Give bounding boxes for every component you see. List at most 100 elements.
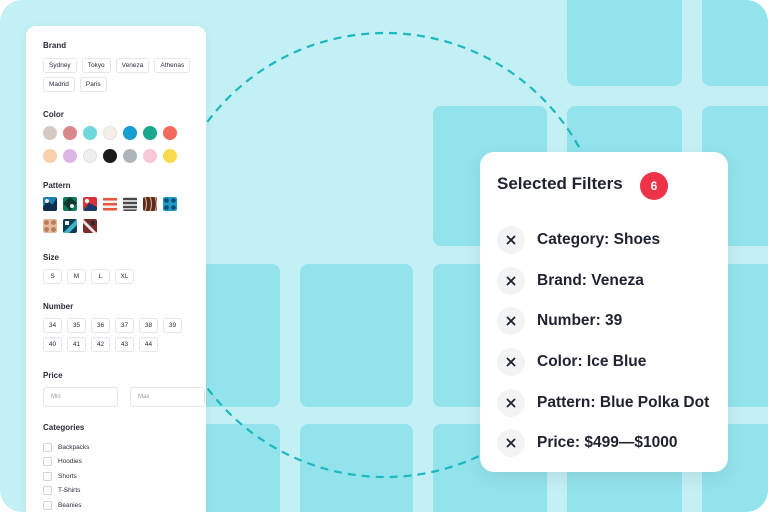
selected-filter-list: Category: Shoes Brand: Veneza Number: 39 Co…	[497, 220, 709, 464]
category-checkbox[interactable]	[43, 486, 52, 496]
brand-section-title: Brand	[43, 41, 67, 50]
category-label: T-Shirts	[58, 487, 81, 495]
brand-option-chip[interactable]: Athenas	[154, 58, 191, 73]
pattern-swatch[interactable]	[103, 197, 117, 211]
number-option-chip[interactable]: 39	[163, 318, 182, 333]
brand-option-chip[interactable]: Madrid	[43, 77, 75, 92]
color-swatch[interactable]	[43, 126, 57, 140]
category-label: Beanies	[58, 501, 82, 509]
size-option-chip[interactable]: XL	[115, 269, 134, 284]
remove-filter-button[interactable]	[497, 226, 525, 255]
selected-filter-label: Pattern: Blue Polka Dot	[537, 393, 710, 411]
pattern-swatch[interactable]	[123, 197, 137, 211]
pattern-swatch[interactable]	[83, 219, 97, 233]
pattern-swatch[interactable]	[143, 197, 157, 211]
categories-section-title: Categories	[43, 423, 85, 432]
price-range: Min Max	[43, 387, 205, 407]
color-swatch[interactable]	[43, 149, 57, 163]
filter-panel: Brand Sydney Tokyo Veneza Athenas Madrid Pari…	[26, 26, 206, 512]
color-section-title: Color	[43, 110, 64, 119]
number-option-chip[interactable]: 43	[115, 337, 134, 352]
pattern-swatch[interactable]	[43, 219, 57, 233]
size-option-chip[interactable]: S	[43, 269, 62, 284]
number-option-chip[interactable]: 44	[139, 337, 158, 352]
category-checkbox[interactable]	[43, 457, 52, 467]
selected-filter-label: Brand: Veneza	[537, 271, 644, 289]
pattern-section-title: Pattern	[43, 181, 71, 190]
selected-filter-label: Color: Ice Blue	[537, 353, 647, 371]
number-option-chip[interactable]: 38	[139, 318, 158, 333]
color-swatch[interactable]	[143, 126, 157, 140]
category-item[interactable]: Backpacks	[43, 440, 89, 455]
category-item[interactable]: Hoodies	[43, 455, 89, 470]
remove-filter-button[interactable]	[497, 348, 525, 377]
close-icon[interactable]	[506, 235, 516, 245]
color-swatch[interactable]	[83, 149, 97, 163]
pattern-swatch[interactable]	[163, 197, 177, 211]
color-swatch[interactable]	[103, 149, 117, 163]
color-swatch[interactable]	[163, 126, 177, 140]
price-max-input[interactable]: Max	[130, 387, 205, 407]
selected-filter-item: Color: Ice Blue	[497, 342, 709, 383]
pattern-swatch[interactable]	[63, 197, 77, 211]
color-swatch[interactable]	[63, 149, 77, 163]
number-option-chip[interactable]: 35	[67, 318, 86, 333]
number-option-chip[interactable]: 36	[91, 318, 110, 333]
color-swatch[interactable]	[123, 149, 137, 163]
category-label: Backpacks	[58, 443, 90, 451]
filter-count-badge: 6	[640, 172, 668, 200]
close-icon[interactable]	[506, 357, 516, 367]
close-icon[interactable]	[506, 276, 516, 286]
category-label: Shorts	[58, 472, 77, 480]
color-swatch[interactable]	[103, 126, 117, 140]
color-swatch[interactable]	[143, 149, 157, 163]
brand-option-chip[interactable]: Veneza	[115, 58, 150, 73]
selected-filters-card: Selected Filters 6 Category: Shoes Brand:…	[480, 152, 728, 472]
size-option-chip[interactable]: L	[91, 269, 110, 284]
pattern-swatch[interactable]	[83, 197, 97, 211]
category-item[interactable]: T-Shirts	[43, 484, 89, 499]
selected-filter-item: Category: Shoes	[497, 220, 709, 261]
price-section-title: Price	[43, 371, 63, 380]
number-option-chip[interactable]: 37	[115, 318, 134, 333]
pattern-swatches	[43, 197, 177, 233]
pattern-swatch[interactable]	[43, 197, 57, 211]
size-section-title: Size	[43, 253, 60, 262]
size-options: S M L XL	[43, 269, 134, 284]
price-min-input[interactable]: Min	[43, 387, 118, 407]
background-stage: Brand Sydney Tokyo Veneza Athenas Madrid Pari…	[0, 0, 768, 512]
selected-filter-label: Category: Shoes	[537, 231, 661, 249]
category-checkbox[interactable]	[43, 500, 52, 510]
close-icon[interactable]	[506, 398, 516, 408]
close-icon[interactable]	[506, 438, 516, 448]
category-item[interactable]: Beanies	[43, 498, 89, 512]
category-item[interactable]: Shorts	[43, 469, 89, 484]
number-options: 34 35 36 37 38 39 40 41 42 43 44	[43, 318, 193, 352]
color-swatch[interactable]	[123, 126, 137, 140]
number-option-chip[interactable]: 34	[43, 318, 62, 333]
remove-filter-button[interactable]	[497, 307, 525, 336]
brand-option-chip[interactable]: Paris	[79, 77, 107, 92]
category-checkbox[interactable]	[43, 471, 52, 481]
remove-filter-button[interactable]	[497, 429, 525, 458]
category-label: Hoodies	[58, 458, 82, 466]
remove-filter-button[interactable]	[497, 388, 525, 417]
brand-option-chip[interactable]: Sydney	[43, 58, 77, 73]
color-swatch[interactable]	[63, 126, 77, 140]
size-option-chip[interactable]: M	[67, 269, 86, 284]
selected-filter-item: Number: 39	[497, 301, 709, 342]
category-checkbox[interactable]	[43, 442, 52, 452]
selected-filter-item: Brand: Veneza	[497, 261, 709, 302]
remove-filter-button[interactable]	[497, 266, 525, 295]
number-option-chip[interactable]: 42	[91, 337, 110, 352]
color-swatch[interactable]	[163, 149, 177, 163]
number-option-chip[interactable]: 40	[43, 337, 62, 352]
selected-filter-item: Pattern: Blue Polka Dot	[497, 382, 709, 423]
close-icon[interactable]	[506, 316, 516, 326]
brand-option-chip[interactable]: Tokyo	[81, 58, 111, 73]
number-option-chip[interactable]: 41	[67, 337, 86, 352]
color-swatch[interactable]	[83, 126, 97, 140]
brand-options: Sydney Tokyo Veneza Athenas Madrid Paris	[43, 58, 203, 92]
selected-filter-item: Price: $499—$1000	[497, 423, 709, 464]
pattern-swatch[interactable]	[63, 219, 77, 233]
